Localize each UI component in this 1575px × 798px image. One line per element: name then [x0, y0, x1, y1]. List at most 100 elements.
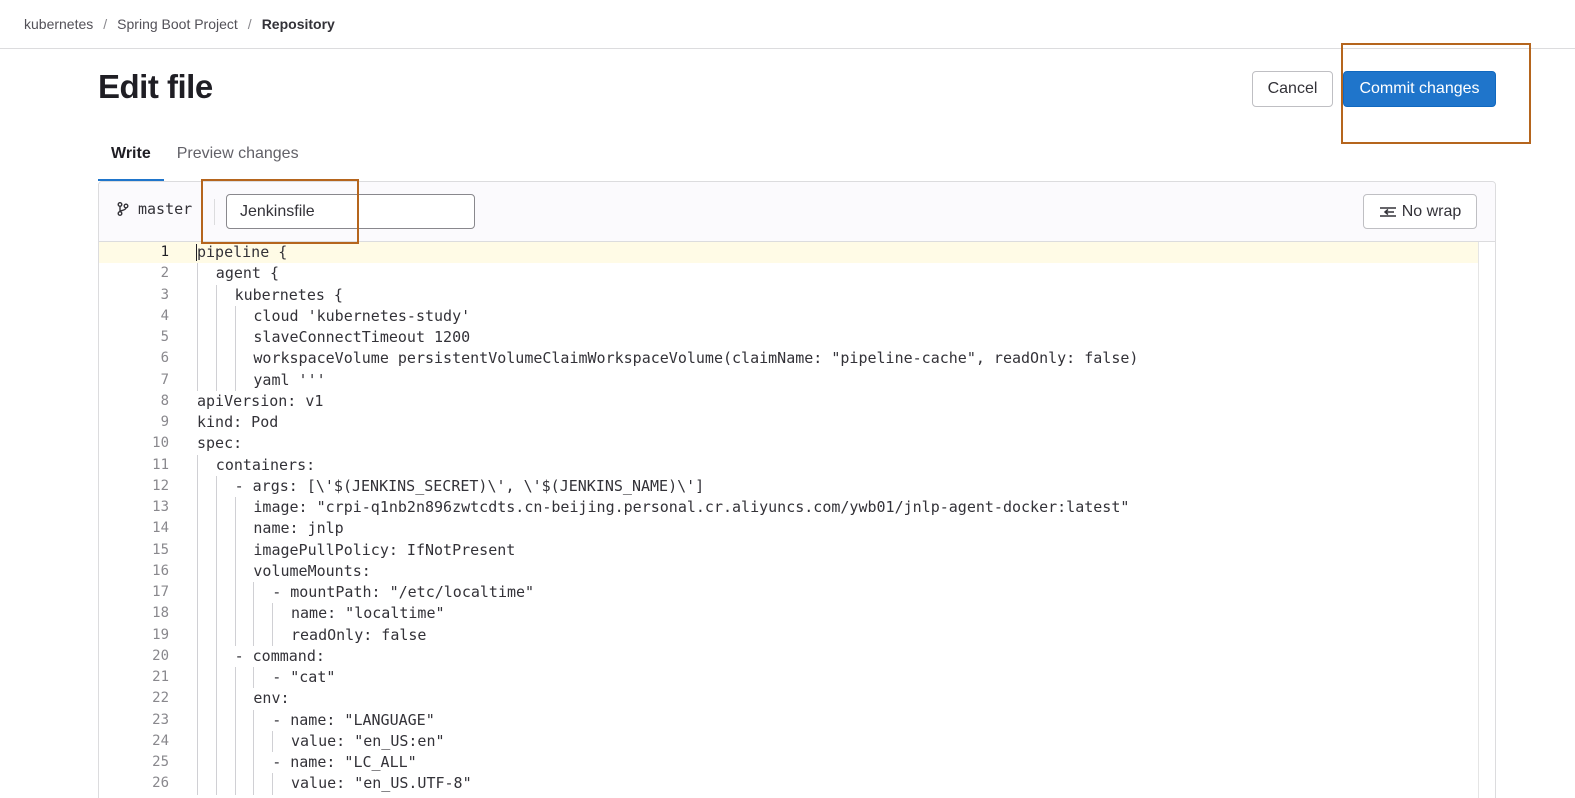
code-line[interactable]: 16 volumeMounts:	[99, 560, 1495, 582]
line-number: 6	[160, 350, 169, 367]
code-line[interactable]: 22 env:	[99, 688, 1495, 710]
indent-guide	[215, 582, 217, 604]
code-line[interactable]: 2 agent {	[99, 263, 1495, 285]
indent-guide	[215, 688, 217, 710]
code-line[interactable]: 7 yaml '''	[99, 369, 1495, 391]
line-number: 21	[152, 669, 169, 685]
breadcrumb-item-current[interactable]: Repository	[262, 16, 335, 32]
indent-guide	[215, 497, 217, 519]
vertical-scrollbar[interactable]	[1478, 242, 1495, 798]
breadcrumb-item-project[interactable]: Spring Boot Project	[117, 16, 238, 32]
code-line[interactable]: 17 - mountPath: "/etc/localtime"	[99, 582, 1495, 604]
indent-guide	[234, 369, 236, 391]
line-number: 22	[152, 690, 169, 707]
code-text: value: "en_US.UTF-8"	[291, 774, 472, 793]
indent-guide	[253, 709, 255, 731]
indent-guide	[197, 645, 198, 667]
indent-guide	[197, 730, 198, 752]
line-number: 7	[160, 371, 169, 388]
code-text: value: "en_US:en"	[291, 731, 445, 750]
code-text: slaveConnectTimeout 1200	[253, 328, 471, 346]
indent-guide	[215, 518, 217, 540]
line-number: 18	[152, 605, 169, 622]
code-text: name: "localtime"	[291, 604, 445, 623]
tab-preview-changes[interactable]: Preview changes	[164, 137, 312, 181]
indent-guide	[215, 645, 217, 667]
code-line[interactable]: 5 slaveConnectTimeout 1200	[99, 327, 1495, 349]
line-number: 9	[160, 414, 169, 430]
code-line[interactable]: 26 value: "en_US.UTF-8"	[99, 773, 1495, 795]
code-line[interactable]: 12 - args: [\'$(JENKINS_SECRET)\', \'$(JE…	[99, 475, 1495, 497]
indent-guide	[197, 497, 198, 519]
code-text: imagePullPolicy: IfNotPresent	[253, 540, 516, 559]
indent-guide	[253, 730, 255, 752]
line-number: 1	[160, 244, 169, 260]
indent-guide	[234, 667, 236, 689]
line-number: 5	[160, 329, 169, 345]
code-line[interactable]: 3 kubernetes {	[99, 284, 1495, 306]
code-line[interactable]: 25 - name: "LC_ALL"	[99, 752, 1495, 774]
indent-guide	[197, 603, 198, 625]
no-wrap-label: No wrap	[1401, 202, 1462, 220]
code-line[interactable]: 11 containers:	[99, 454, 1495, 476]
indent-guide	[215, 539, 217, 561]
code-line[interactable]: 6 workspaceVolume persistentVolumeClaimWo…	[99, 348, 1495, 370]
code-area[interactable]: 1 pipeline { 2 agent {3 kubernetes {4 cloud '…	[99, 242, 1495, 798]
indent-guide	[234, 327, 236, 349]
code-text: - name: "LANGUAGE"	[272, 710, 435, 729]
indent-guide	[197, 305, 198, 327]
code-line[interactable]: 15 imagePullPolicy: IfNotPresent	[99, 539, 1495, 561]
code-line[interactable]: 24 value: "en_US:en"	[99, 730, 1495, 752]
code-line[interactable]: 18 name: "localtime"	[99, 603, 1495, 625]
indent-guide	[197, 624, 198, 646]
indent-guide	[234, 752, 236, 774]
code-line[interactable]: 23 - name: "LANGUAGE"	[99, 709, 1495, 731]
code-line[interactable]: 4 cloud 'kubernetes-study'	[99, 305, 1495, 327]
indent-guide	[215, 305, 217, 327]
indent-guide	[215, 475, 217, 497]
indent-guide	[197, 348, 198, 370]
code-line[interactable]: 13 image: "crpi-q1nb2n896zwtcdts.cn-beiji…	[99, 497, 1495, 519]
line-number: 20	[152, 647, 169, 664]
code-text: readOnly: false	[291, 625, 427, 644]
code-text: pipeline {	[197, 243, 288, 261]
code-line[interactable]: 14 name: jnlp	[99, 518, 1495, 540]
breadcrumb-separator: /	[247, 16, 252, 32]
code-text: - command:	[234, 646, 325, 665]
no-wrap-button[interactable]: No wrap	[1363, 194, 1477, 229]
no-wrap-icon	[1379, 206, 1396, 217]
indent-guide	[197, 752, 198, 774]
line-number: 23	[152, 711, 169, 728]
line-number: 4	[160, 307, 169, 324]
code-text: cloud 'kubernetes-study'	[253, 306, 471, 325]
code-line[interactable]: 9 kind: Pod	[99, 412, 1495, 433]
code-line[interactable]: 20 - command:	[99, 645, 1495, 667]
indent-guide	[197, 284, 198, 306]
tab-write[interactable]: Write	[98, 137, 164, 181]
indent-guide	[234, 773, 236, 795]
code-line[interactable]: 10 spec:	[99, 433, 1495, 454]
indent-guide	[272, 603, 274, 625]
indent-guide	[197, 327, 198, 349]
indent-guide	[215, 730, 217, 752]
breadcrumb-item-group[interactable]: kubernetes	[24, 16, 93, 32]
code-text: kind: Pod	[197, 413, 279, 431]
code-line[interactable]: 19 readOnly: false	[99, 624, 1495, 646]
cancel-button[interactable]: Cancel	[1252, 71, 1333, 107]
code-text: spec:	[197, 434, 243, 453]
editor-tabs: Write Preview changes	[98, 137, 312, 181]
line-number: 10	[152, 435, 169, 452]
code-line[interactable]: 8 apiVersion: v1	[99, 391, 1495, 412]
filename-input[interactable]	[226, 194, 475, 229]
indent-guide	[253, 752, 255, 774]
code-line[interactable]: 1 pipeline {	[99, 242, 1495, 264]
editor-header: master No wrap	[99, 182, 1495, 242]
line-number: 26	[152, 775, 169, 792]
indent-guide	[253, 582, 255, 604]
indent-guide	[197, 518, 198, 540]
code-line[interactable]: 21 - "cat"	[99, 667, 1495, 689]
indent-guide	[234, 730, 236, 752]
commit-changes-button[interactable]: Commit changes	[1343, 71, 1496, 107]
indent-guide	[215, 603, 217, 625]
indent-guide	[234, 709, 236, 731]
